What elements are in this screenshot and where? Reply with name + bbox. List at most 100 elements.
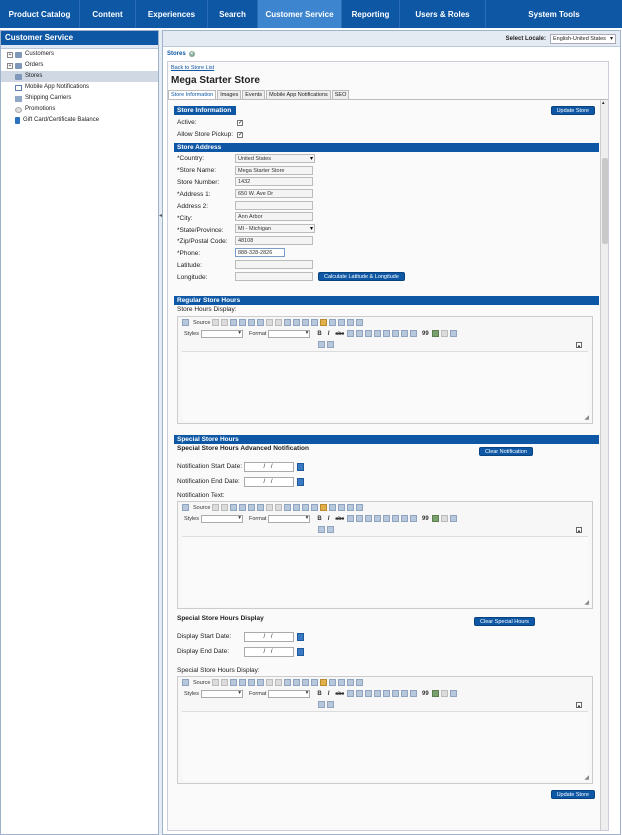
bold-button[interactable]: B — [317, 331, 321, 337]
state-select[interactable]: MI - Michigan — [235, 224, 315, 233]
longitude-field[interactable] — [235, 272, 313, 281]
cut-icon[interactable] — [212, 504, 220, 511]
strike-button[interactable]: abc — [335, 516, 344, 522]
source-icon[interactable] — [182, 319, 189, 326]
align-left-icon[interactable] — [347, 330, 355, 337]
italic-button[interactable]: I — [328, 331, 330, 337]
horizontal-line-icon[interactable] — [338, 679, 346, 686]
numbered-list-icon[interactable] — [383, 690, 391, 697]
active-checkbox[interactable]: ✓ — [237, 120, 243, 126]
link-icon[interactable] — [431, 690, 439, 697]
calendar-icon[interactable] — [297, 648, 304, 656]
select-all-icon[interactable] — [302, 504, 310, 511]
resize-handle-icon[interactable]: ◢ — [584, 599, 589, 606]
replace-icon[interactable] — [293, 504, 301, 511]
bold-button[interactable]: B — [317, 516, 321, 522]
display-start-date[interactable]: / / — [244, 632, 294, 642]
spellcheck-icon[interactable] — [257, 504, 265, 511]
notification-end-date[interactable]: / / — [244, 477, 294, 487]
update-store-button[interactable]: Update Store — [550, 106, 595, 115]
sidebar-item-mobile-app-notifications[interactable]: Mobile App Notifications — [1, 82, 158, 93]
remove-format-icon[interactable] — [311, 679, 319, 686]
table-icon[interactable] — [329, 319, 337, 326]
tab-mobile-app-notifications[interactable]: Mobile App Notifications — [266, 90, 331, 99]
image-icon[interactable] — [320, 679, 328, 686]
justify-icon[interactable] — [374, 515, 382, 522]
select-all-icon[interactable] — [302, 679, 310, 686]
bullet-list-icon[interactable] — [392, 690, 400, 697]
anchor-icon[interactable] — [449, 515, 457, 522]
bullet-list-icon[interactable] — [392, 330, 400, 337]
address-1-field[interactable]: 650 W. Ave Dr — [235, 189, 313, 198]
italic-button[interactable]: I — [328, 691, 330, 697]
horizontal-line-icon[interactable] — [338, 319, 346, 326]
link-icon[interactable] — [431, 330, 439, 337]
display-end-date[interactable]: / / — [244, 647, 294, 657]
calculate-lat-long-button[interactable]: Calculate Latitude & Longitude — [318, 272, 405, 281]
clear-notification-button[interactable]: Clear Notification — [479, 447, 533, 456]
cut-icon[interactable] — [212, 679, 220, 686]
align-right-icon[interactable] — [365, 515, 373, 522]
paste-word-icon[interactable] — [248, 319, 256, 326]
paste-word-icon[interactable] — [248, 679, 256, 686]
store-number-field[interactable]: 1432 — [235, 177, 313, 186]
numbered-list-icon[interactable] — [383, 330, 391, 337]
format-dropdown[interactable] — [268, 514, 311, 523]
collapse-toolbar-icon[interactable]: ▲ — [576, 527, 582, 533]
bold-button[interactable]: B — [317, 691, 321, 697]
store-name-field[interactable]: Mega Starter Store — [235, 166, 313, 175]
unlink-icon[interactable] — [440, 330, 448, 337]
styles-dropdown[interactable] — [200, 689, 243, 698]
styles-dropdown[interactable] — [200, 514, 243, 523]
outdent-icon[interactable] — [401, 515, 409, 522]
address-2-field[interactable] — [235, 201, 313, 210]
find-icon[interactable] — [284, 504, 292, 511]
sidebar-item-promotions[interactable]: Promotions — [1, 104, 158, 115]
locale-select[interactable]: English-United States — [550, 33, 616, 44]
nav-experiences[interactable]: Experiences — [136, 0, 208, 28]
nav-product-catalog[interactable]: Product Catalog — [0, 0, 80, 28]
spellcheck-icon[interactable] — [257, 679, 265, 686]
special-char-icon[interactable] — [347, 679, 355, 686]
resize-handle-icon[interactable]: ◢ — [584, 774, 589, 781]
sidebar-item-gift-card-balance[interactable]: Gift Card/Certificate Balance — [1, 115, 158, 126]
scroll-up-icon[interactable]: ▴ — [602, 100, 605, 106]
paste-text-icon[interactable] — [239, 679, 247, 686]
latitude-field[interactable] — [235, 260, 313, 269]
resize-handle-icon[interactable]: ◢ — [584, 414, 589, 421]
help-icon[interactable] — [327, 526, 334, 533]
paste-text-icon[interactable] — [239, 504, 247, 511]
bullet-list-icon[interactable] — [392, 515, 400, 522]
find-icon[interactable] — [284, 319, 292, 326]
sidebar-item-shipping-carriers[interactable]: Shipping Carriers — [1, 93, 158, 104]
format-dropdown[interactable] — [268, 329, 311, 338]
strike-button[interactable]: abc — [335, 691, 344, 697]
blockquote-button[interactable]: 99 — [422, 331, 429, 337]
indent-icon[interactable] — [410, 515, 418, 522]
redo-icon[interactable] — [275, 504, 283, 511]
select-all-icon[interactable] — [302, 319, 310, 326]
undo-icon[interactable] — [266, 679, 274, 686]
align-left-icon[interactable] — [347, 515, 355, 522]
nav-system-tools[interactable]: System Tools — [486, 0, 622, 28]
phone-field[interactable]: 888-328-2826 — [235, 248, 285, 257]
nav-search[interactable]: Search — [208, 0, 258, 28]
cut-icon[interactable] — [212, 319, 220, 326]
align-center-icon[interactable] — [356, 690, 364, 697]
anchor-icon[interactable] — [449, 690, 457, 697]
calendar-icon[interactable] — [297, 463, 304, 471]
redo-icon[interactable] — [275, 679, 283, 686]
align-right-icon[interactable] — [365, 690, 373, 697]
table-icon[interactable] — [329, 679, 337, 686]
collapse-toolbar-icon[interactable]: ▲ — [576, 342, 582, 348]
page-break-icon[interactable] — [356, 504, 364, 511]
special-char-icon[interactable] — [347, 504, 355, 511]
align-right-icon[interactable] — [365, 330, 373, 337]
justify-icon[interactable] — [374, 690, 382, 697]
store-hours-text-area[interactable] — [182, 351, 588, 421]
collapse-toolbar-icon[interactable]: ▲ — [576, 702, 582, 708]
source-button[interactable]: Source — [193, 680, 210, 686]
calendar-icon[interactable] — [297, 633, 304, 641]
nav-users-roles[interactable]: Users & Roles — [400, 0, 486, 28]
zip-field[interactable]: 48108 — [235, 236, 313, 245]
